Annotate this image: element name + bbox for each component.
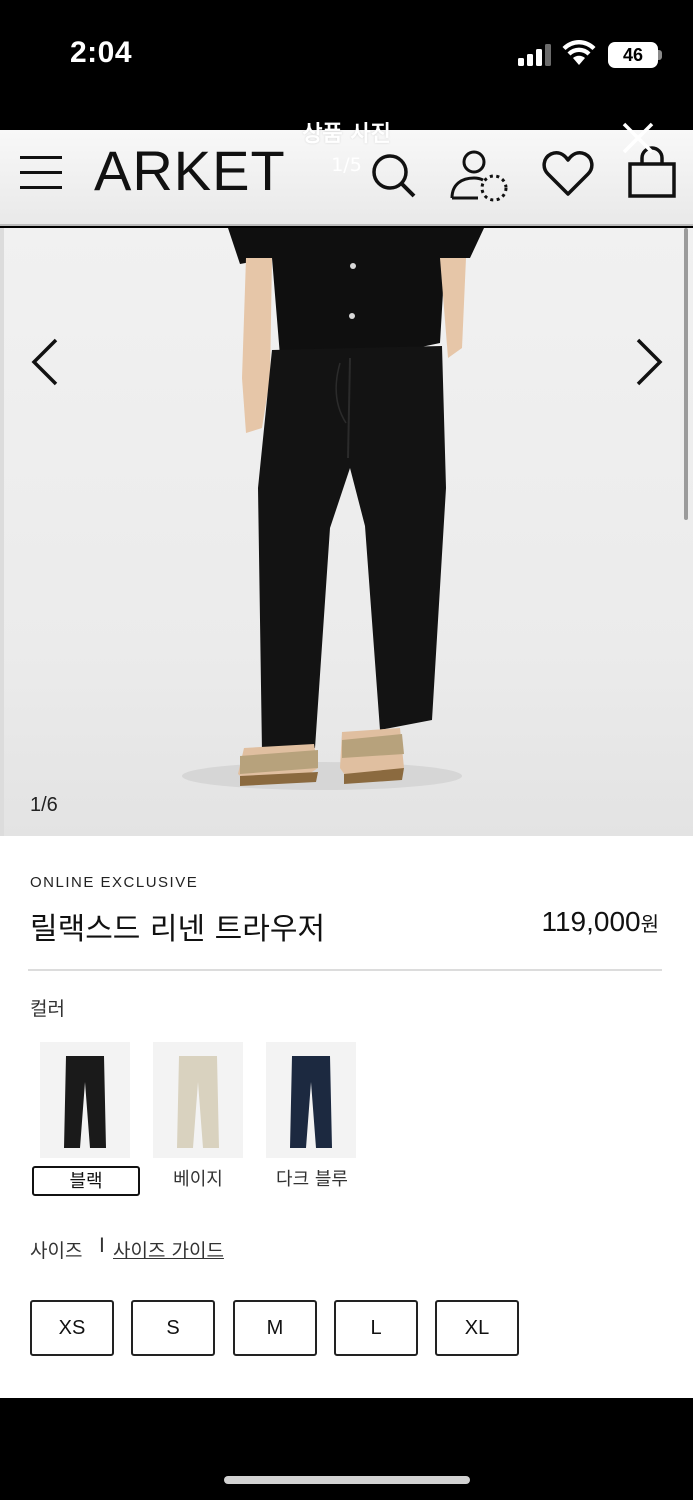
size-label: 사이즈 bbox=[30, 1240, 83, 1262]
home-indicator[interactable] bbox=[224, 1476, 470, 1484]
close-icon[interactable] bbox=[618, 118, 658, 158]
color-option-label-dark-blue[interactable]: 다크 블루 bbox=[262, 1166, 362, 1196]
size-separator: I bbox=[99, 1234, 105, 1257]
product-tag: ONLINE EXCLUSIVE bbox=[30, 874, 199, 891]
swatch-trousers bbox=[290, 1056, 332, 1148]
color-swatch-black[interactable] bbox=[40, 1042, 130, 1158]
color-swatch-dark-blue[interactable] bbox=[266, 1042, 356, 1158]
battery-tip bbox=[658, 50, 662, 60]
image-counter: 1/6 bbox=[30, 794, 58, 816]
swatch-trousers bbox=[64, 1056, 106, 1148]
divider bbox=[28, 969, 662, 971]
size-button-xs[interactable]: XS bbox=[30, 1300, 114, 1356]
swatch-trousers bbox=[177, 1056, 219, 1148]
size-button-s[interactable]: S bbox=[131, 1300, 215, 1356]
scrollbar[interactable] bbox=[684, 228, 688, 520]
chevron-left-icon[interactable] bbox=[28, 336, 64, 388]
chevron-right-icon[interactable] bbox=[630, 336, 666, 388]
color-option-label-beige[interactable]: 베이지 bbox=[148, 1166, 248, 1196]
product-image-gallery[interactable] bbox=[0, 228, 693, 836]
cellular-signal-icon bbox=[518, 44, 551, 66]
price-value: 119,000 bbox=[541, 906, 641, 937]
gallery-edge bbox=[0, 228, 4, 836]
wifi-icon bbox=[562, 40, 596, 65]
product-name: 릴랙스드 리넨 트라우저 bbox=[30, 912, 326, 947]
viewer-title: 상품 사진 bbox=[302, 122, 391, 147]
size-button-l[interactable]: L bbox=[334, 1300, 418, 1356]
color-swatch-beige[interactable] bbox=[153, 1042, 243, 1158]
price-currency: 원 bbox=[640, 912, 659, 936]
color-label: 컬러 bbox=[30, 998, 65, 1020]
status-bar: 2:04 46 bbox=[0, 0, 693, 110]
product-photo bbox=[182, 228, 484, 790]
color-option-label-black[interactable]: 블랙 bbox=[32, 1166, 140, 1196]
product-price: 119,000원 bbox=[541, 906, 659, 938]
battery-indicator: 46 bbox=[608, 42, 658, 68]
product-info: ONLINE EXCLUSIVE 릴랙스드 리넨 트라우저 119,000원 컬… bbox=[0, 836, 693, 1398]
size-button-xl[interactable]: XL bbox=[435, 1300, 519, 1356]
viewer-page-counter: 1/5 bbox=[331, 154, 362, 176]
size-button-m[interactable]: M bbox=[233, 1300, 317, 1356]
size-guide-link[interactable]: 사이즈 가이드 bbox=[113, 1236, 224, 1263]
status-time: 2:04 bbox=[70, 36, 133, 69]
